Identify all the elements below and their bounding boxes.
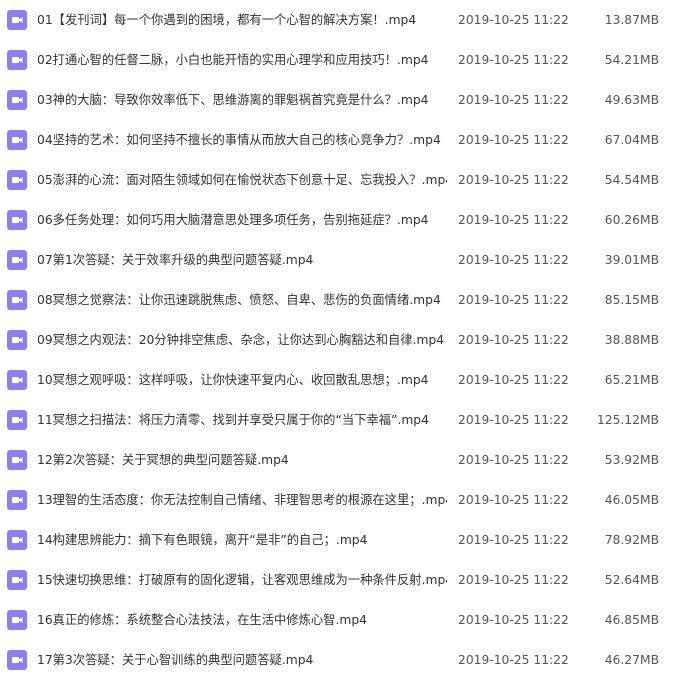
file-size: 54.54MB [604,173,659,187]
video-file-icon [7,210,27,230]
video-file-icon [7,10,27,30]
file-row[interactable]: 01【发刊词】每一个你遇到的困境，都有一个心智的解决方案！.mp4 2019-1… [0,0,686,40]
video-file-icon [7,450,27,470]
video-file-icon [7,370,27,390]
file-row[interactable]: 17第3次答疑：关于心智训练的典型问题答疑.mp4 2019-10-25 11:… [0,640,686,680]
file-name: 06多任务处理：如何巧用大脑潜意思处理多项任务，告别拖延症？.mp4 [37,213,429,227]
file-name: 11冥想之扫描法：将压力清零、找到并享受只属于你的“当下幸福”.mp4 [37,413,429,427]
file-name: 04坚持的艺术：如何坚持不擅长的事情从而放大自己的核心竞争力？.mp4 [37,133,441,147]
file-modified-date: 2019-10-25 11:22 [458,173,569,187]
file-modified-date: 2019-10-25 11:22 [458,333,569,347]
file-name: 09冥想之内观法：20分钟排空焦虑、杂念，让你达到心胸豁达和自律.mp4 [37,333,445,347]
file-size: 125.12MB [596,413,659,427]
file-row[interactable]: 14构建思辨能力：摘下有色眼镜，离开“是非”的自己；.mp4 2019-10-2… [0,520,686,560]
file-row[interactable]: 04坚持的艺术：如何坚持不擅长的事情从而放大自己的核心竞争力？.mp4 2019… [0,120,686,160]
file-modified-date: 2019-10-25 11:22 [458,93,569,107]
file-row[interactable]: 15快速切换思维：打破原有的固化逻辑，让客观思维成为一种条件反射.mp4 201… [0,560,686,600]
video-file-icon [7,410,27,430]
video-file-icon [7,610,27,630]
file-name: 15快速切换思维：打破原有的固化逻辑，让客观思维成为一种条件反射.mp4 [37,573,447,587]
file-name: 12第2次答疑：关于冥想的典型问题答疑.mp4 [37,453,289,467]
video-file-icon [7,90,27,110]
file-name: 10冥想之观呼吸：这样呼吸，让你快速平复内心、收回散乱思想；.mp4 [37,373,429,387]
file-name: 03神的大脑：导致你效率低下、思维游离的罪魁祸首究竟是什么？.mp4 [37,93,429,107]
file-row[interactable]: 03神的大脑：导致你效率低下、思维游离的罪魁祸首究竟是什么？.mp4 2019-… [0,80,686,120]
file-row[interactable]: 16真正的修炼：系统整合心法技法，在生活中修炼心智.mp4 2019-10-25… [0,600,686,640]
video-file-icon [7,490,27,510]
file-name: 07第1次答疑：关于效率升级的典型问题答疑.mp4 [37,253,314,267]
video-file-icon [7,650,27,670]
file-size: 13.87MB [604,13,659,27]
file-size: 60.26MB [604,213,659,227]
file-name: 01【发刊词】每一个你遇到的困境，都有一个心智的解决方案！.mp4 [37,13,417,27]
file-size: 85.15MB [604,293,659,307]
file-list: 01【发刊词】每一个你遇到的困境，都有一个心智的解决方案！.mp4 2019-1… [0,0,686,676]
file-row[interactable]: 08冥想之觉察法：让你迅速跳脱焦虑、愤怒、自卑、悲伤的负面情绪.mp4 2019… [0,280,686,320]
file-modified-date: 2019-10-25 11:22 [458,493,569,507]
file-size: 46.85MB [604,613,659,627]
file-row[interactable]: 05澎湃的心流：面对陌生领域如何在愉悦状态下创意十足、忘我投入？.mp4 201… [0,160,686,200]
file-modified-date: 2019-10-25 11:22 [458,213,569,227]
file-size: 38.88MB [604,333,659,347]
file-modified-date: 2019-10-25 11:22 [458,133,569,147]
file-row[interactable]: 07第1次答疑：关于效率升级的典型问题答疑.mp4 2019-10-25 11:… [0,240,686,280]
file-row[interactable]: 10冥想之观呼吸：这样呼吸，让你快速平复内心、收回散乱思想；.mp4 2019-… [0,360,686,400]
video-file-icon [7,130,27,150]
file-size: 53.92MB [604,453,659,467]
file-modified-date: 2019-10-25 11:22 [458,253,569,267]
file-size: 52.64MB [604,573,659,587]
file-name: 02打通心智的任督二脉，小白也能开悟的实用心理学和应用技巧！.mp4 [37,53,429,67]
file-row[interactable]: 11冥想之扫描法：将压力清零、找到并享受只属于你的“当下幸福”.mp4 2019… [0,400,686,440]
file-row[interactable]: 06多任务处理：如何巧用大脑潜意思处理多项任务，告别拖延症？.mp4 2019-… [0,200,686,240]
file-size: 54.21MB [604,53,659,67]
file-modified-date: 2019-10-25 11:22 [458,53,569,67]
file-name: 14构建思辨能力：摘下有色眼镜，离开“是非”的自己；.mp4 [37,533,368,547]
file-name: 13理智的生活态度：你无法控制自己情绪、非理智思考的根源在这里；.mp4 [37,493,447,507]
video-file-icon [7,250,27,270]
file-name: 17第3次答疑：关于心智训练的典型问题答疑.mp4 [37,653,314,667]
file-modified-date: 2019-10-25 11:22 [458,573,569,587]
file-size: 46.27MB [604,653,659,667]
file-size: 46.05MB [604,493,659,507]
file-modified-date: 2019-10-25 11:22 [458,13,569,27]
file-name: 08冥想之觉察法：让你迅速跳脱焦虑、愤怒、自卑、悲伤的负面情绪.mp4 [37,293,441,307]
file-row[interactable]: 12第2次答疑：关于冥想的典型问题答疑.mp4 2019-10-25 11:22… [0,440,686,480]
file-size: 78.92MB [604,533,659,547]
file-modified-date: 2019-10-25 11:22 [458,413,569,427]
file-modified-date: 2019-10-25 11:22 [458,293,569,307]
file-name: 16真正的修炼：系统整合心法技法，在生活中修炼心智.mp4 [37,613,367,627]
video-file-icon [7,50,27,70]
file-modified-date: 2019-10-25 11:22 [458,533,569,547]
file-row[interactable]: 09冥想之内观法：20分钟排空焦虑、杂念，让你达到心胸豁达和自律.mp4 201… [0,320,686,360]
file-modified-date: 2019-10-25 11:22 [458,653,569,667]
file-name: 05澎湃的心流：面对陌生领域如何在愉悦状态下创意十足、忘我投入？.mp4 [37,173,447,187]
file-modified-date: 2019-10-25 11:22 [458,453,569,467]
video-file-icon [7,290,27,310]
video-file-icon [7,330,27,350]
file-row[interactable]: 02打通心智的任督二脉，小白也能开悟的实用心理学和应用技巧！.mp4 2019-… [0,40,686,80]
file-size: 49.63MB [604,93,659,107]
video-file-icon [7,170,27,190]
video-file-icon [7,570,27,590]
video-file-icon [7,530,27,550]
file-size: 39.01MB [604,253,659,267]
file-size: 65.21MB [604,373,659,387]
file-row[interactable]: 13理智的生活态度：你无法控制自己情绪、非理智思考的根源在这里；.mp4 201… [0,480,686,520]
file-modified-date: 2019-10-25 11:22 [458,373,569,387]
file-size: 67.04MB [604,133,659,147]
file-modified-date: 2019-10-25 11:22 [458,613,569,627]
